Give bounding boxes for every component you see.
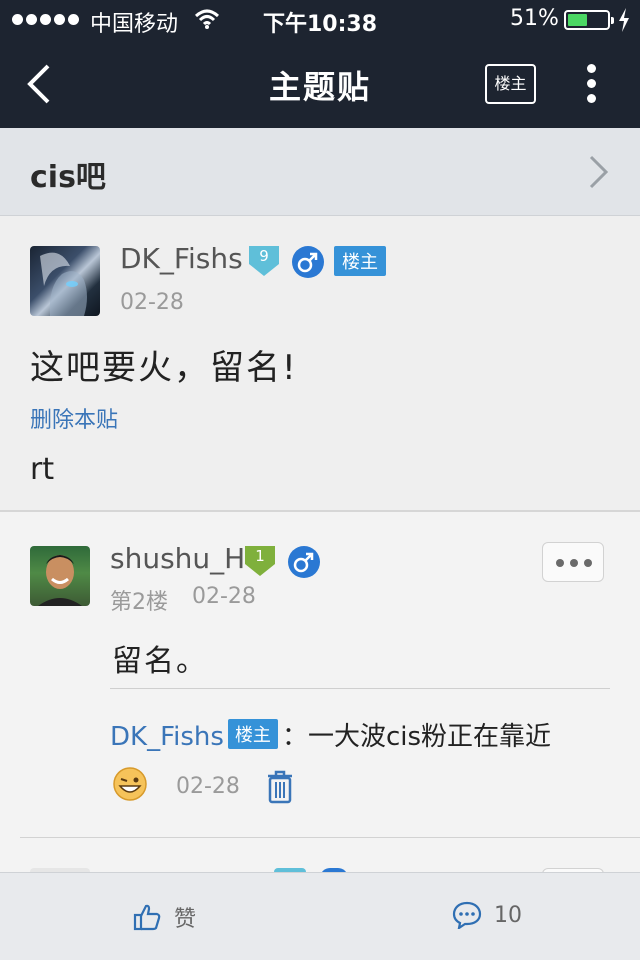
- more-vertical-icon[interactable]: [586, 64, 598, 104]
- avatar[interactable]: [30, 246, 100, 316]
- post-author-name[interactable]: DK_Fishs: [120, 242, 243, 275]
- reply-content: 留名。: [112, 644, 208, 679]
- reply-author-name[interactable]: shushu_H: [110, 542, 245, 575]
- delete-post-link[interactable]: 删除本贴: [30, 402, 118, 434]
- op-tag: 楼主: [334, 246, 386, 276]
- grin-emoji-icon: [113, 767, 147, 801]
- trash-icon[interactable]: [266, 770, 294, 804]
- more-options-button[interactable]: [542, 542, 604, 582]
- battery-icon: [564, 10, 614, 30]
- thumbs-up-icon: [133, 904, 161, 931]
- divider: [20, 837, 640, 838]
- sub-reply: DK_Fishs 楼主 ：一大波cis粉正在靠近: [110, 716, 551, 753]
- comment-bubble-icon: [452, 901, 482, 929]
- sub-reply-text: ：一大波cis粉正在靠近: [281, 722, 552, 752]
- forum-link-row[interactable]: cis吧: [0, 128, 640, 216]
- main-post: DK_Fishs 9 楼主 02-28 这吧要火，留名! 删除本贴 rt: [0, 216, 640, 512]
- post-date: 02-28: [120, 290, 184, 315]
- battery-level: [568, 14, 588, 26]
- chevron-right-icon: [589, 155, 609, 189]
- level-badge: 1: [243, 544, 277, 578]
- comment-button[interactable]: 10: [452, 901, 522, 929]
- level-number: 9: [259, 247, 269, 265]
- reply-floor: shushu_H 1 第2楼 02-28 留名。 DK_Fishs 楼主 ：一大波c…: [0, 512, 640, 872]
- sub-reply-date: 02-28: [176, 774, 240, 799]
- page-title: 主题贴: [268, 68, 371, 106]
- op-tag: 楼主: [227, 719, 278, 749]
- male-gender-icon: [292, 246, 324, 278]
- op-only-button[interactable]: 楼主: [485, 64, 536, 104]
- like-button[interactable]: 赞: [132, 901, 196, 933]
- comment-count: 10: [494, 902, 522, 928]
- post-title: 这吧要火，留名!: [30, 348, 298, 388]
- avatar[interactable]: [30, 546, 90, 606]
- sub-reply-author[interactable]: DK_Fishs: [110, 722, 224, 752]
- floor-number: 第2楼: [110, 590, 168, 615]
- male-gender-icon: [288, 546, 320, 578]
- level-badge: 9: [247, 244, 281, 278]
- forum-name: cis吧: [30, 160, 106, 195]
- nav-bar: 主题贴 楼主: [0, 40, 640, 128]
- like-label: 赞: [174, 907, 197, 932]
- reply-date: 02-28: [192, 584, 256, 609]
- status-bar: 中国移动 下午10:38 51%: [0, 0, 640, 40]
- divider: [110, 688, 610, 689]
- charging-icon: [619, 8, 629, 32]
- post-body: rt: [30, 452, 55, 487]
- bottom-toolbar: 赞 10: [0, 872, 640, 960]
- level-number: 1: [255, 547, 265, 565]
- battery-percent: 51%: [510, 6, 559, 31]
